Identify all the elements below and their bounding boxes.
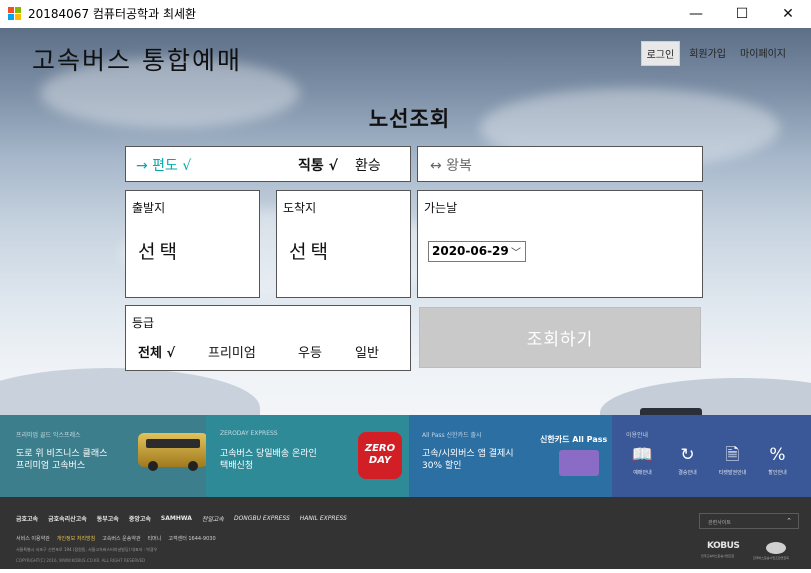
promo-tag: 프리미엄 골드 익스프레스 xyxy=(16,432,81,439)
guide-booking[interactable]: 📖 예매안내 xyxy=(623,445,663,476)
footer-links: 서비스 이용약관 개인정보 처리방침 고속버스 운송약관 티머니 고객센터 16… xyxy=(16,535,216,542)
transfer-option[interactable]: 환승 xyxy=(355,155,381,175)
promo-strip: 프리미엄 골드 익스프레스 도로 위 비즈니스 클래스 프리미엄 고속버스 ZE… xyxy=(0,415,811,497)
kobus-sub: 전국고속버스운송사업조합 xyxy=(701,554,735,558)
promo-premium[interactable]: 프리미엄 골드 익스프레스 도로 위 비즈니스 클래스 프리미엄 고속버스 xyxy=(0,415,206,497)
logo-hanil: HANIL EXPRESS xyxy=(299,515,347,522)
app-window: 20184067 컴퓨터공학과 최세환 — ☐ ✕ 고속버스 통합예매 로그인 … xyxy=(0,0,811,573)
logo-jungang: 중앙고속 xyxy=(128,516,151,523)
customer-center: 고객센터 1644-9030 xyxy=(168,536,216,542)
grade-label: 등급 xyxy=(132,316,155,330)
bus-silhouette xyxy=(640,408,702,415)
maximize-button[interactable]: ☐ xyxy=(719,0,765,28)
promo-tag: All Pass 신한카드 출시 xyxy=(422,432,482,439)
promo-tag: ZERODAY EXPRESS xyxy=(220,430,278,437)
main-area: 고속버스 통합예매 로그인 회원가입 마이페이지 노선조회 → 편도 √ 직통 … xyxy=(0,28,811,415)
grade-premium-option[interactable]: 프리미엄 xyxy=(208,342,256,361)
direct-option[interactable]: 직통 √ xyxy=(298,155,338,175)
date-picker[interactable]: 2020-06-29 ﹀ xyxy=(428,241,526,262)
family-site-select[interactable]: 관련사이트 ⌃ xyxy=(699,513,799,529)
terms-link[interactable]: 서비스 이용약관 xyxy=(16,535,50,542)
association-logo xyxy=(766,542,786,554)
brand-title: 고속버스 통합예매 xyxy=(32,46,242,75)
trip-type-panel: → 편도 √ 직통 √ 환승 xyxy=(125,146,411,182)
guide-ticket[interactable]: 🗎 티켓발권안내 xyxy=(713,445,753,476)
percent-icon: % xyxy=(769,445,786,465)
chevron-down-icon: ﹀ xyxy=(511,248,521,259)
mypage-link[interactable]: 마이페이지 xyxy=(735,41,791,66)
chevron-up-icon: ⌃ xyxy=(786,517,792,525)
minimize-button[interactable]: — xyxy=(673,0,719,28)
top-nav: 로그인 회원가입 마이페이지 xyxy=(640,41,791,66)
footer-address: 서울특별시 서초구 신반포로 194 (잠원동, 서울고속버스터미널빌딩) 대표… xyxy=(16,547,158,552)
guide-transfer[interactable]: ↻ 결승안내 xyxy=(668,445,708,476)
grade-deluxe-option[interactable]: 우등 xyxy=(298,342,322,361)
departure-select[interactable]: 선택 xyxy=(138,237,181,264)
logo-dongbu: 동부고속 xyxy=(96,516,119,523)
date-value: 2020-06-29 xyxy=(432,244,509,258)
grade-panel: 등급 전체 √ 프리미엄 우등 일반 xyxy=(125,305,411,371)
promo-zeroday[interactable]: ZERODAY EXPRESS 고속버스 당일배송 온라인 택배신청 ZERO … xyxy=(206,415,409,497)
logo-cheonil: 천일고속 xyxy=(201,516,224,523)
logo-samhwa: SAMHWA xyxy=(160,515,192,522)
page-title: 노선조회 xyxy=(368,107,451,131)
logo-kumho: 금호고속 xyxy=(16,516,39,523)
promo-shinhan-card[interactable]: All Pass 신한카드 출시 고속/시외버스 앱 결제시 30% 할인 신한… xyxy=(409,415,612,497)
arrival-panel[interactable]: 도착지 선택 xyxy=(276,190,411,298)
departure-label: 출발지 xyxy=(132,201,166,215)
app-icon xyxy=(8,7,21,20)
kobus-logo: KOBUS xyxy=(707,541,740,551)
zero-day-logo: ZERO DAY xyxy=(358,432,402,479)
guide-panel: 이용안내 📖 예매안내 ↻ 결승안내 🗎 티켓발권안내 % 할인안내 xyxy=(612,415,811,497)
footer-copyright: COPYRIGHT(C) 2016, WWW.KOBUS.CO.KR. ALL … xyxy=(16,558,146,563)
book-icon: 📖 xyxy=(631,445,654,465)
logo-kumho-songnisan: 금호속리산고속 xyxy=(48,516,87,523)
departure-panel[interactable]: 출발지 선택 xyxy=(125,190,260,298)
date-panel: 가는날 2020-06-29 ﹀ xyxy=(417,190,703,298)
hill xyxy=(600,378,811,415)
signup-link[interactable]: 회원가입 xyxy=(684,41,731,66)
guide-icons: 📖 예매안내 ↻ 결승안내 🗎 티켓발권안내 % 할인안내 xyxy=(620,445,800,476)
promo-text: 고속/시외버스 앱 결제시 30% 할인 xyxy=(422,449,514,471)
refresh-icon: ↻ xyxy=(680,445,695,465)
guide-title: 이용안내 xyxy=(626,432,649,439)
close-button[interactable]: ✕ xyxy=(765,0,811,28)
one-way-option[interactable]: → 편도 √ xyxy=(136,155,191,175)
transport-terms-link[interactable]: 고속버스 운송약관 xyxy=(102,535,140,542)
partner-logos: 금호고속 금호속리산고속 동부고속 중앙고속 SAMHWA 천일고속 DONGB… xyxy=(16,514,347,523)
grade-all-option[interactable]: 전체 √ xyxy=(138,342,175,361)
receipt-icon: 🗎 xyxy=(725,445,740,465)
card-image xyxy=(559,450,599,476)
bus-image xyxy=(138,433,206,471)
round-trip-panel[interactable]: ↔ 왕복 xyxy=(417,146,703,182)
window-title: 20184067 컴퓨터공학과 최세환 xyxy=(28,7,197,21)
date-label: 가는날 xyxy=(424,201,458,215)
tmoney-link[interactable]: 티머니 xyxy=(148,535,162,542)
login-link[interactable]: 로그인 xyxy=(640,41,681,66)
grade-normal-option[interactable]: 일반 xyxy=(355,342,379,361)
association-name: 한국버스운송사업조합연합회 xyxy=(753,556,789,560)
logo-dongbu-express: DONGBU EXPRESS xyxy=(233,515,290,522)
promo-text: 고속버스 당일배송 온라인 택배신청 xyxy=(220,449,317,471)
card-title: 신한카드 All Pass xyxy=(540,435,608,444)
hill xyxy=(0,368,260,415)
footer: 금호고속 금호속리산고속 동부고속 중앙고속 SAMHWA 천일고속 DONGB… xyxy=(0,497,811,569)
privacy-link[interactable]: 개인정보 처리방침 xyxy=(57,535,95,542)
title-bar: 20184067 컴퓨터공학과 최세환 — ☐ ✕ xyxy=(0,0,811,28)
promo-text: 도로 위 비즈니스 클래스 프리미엄 고속버스 xyxy=(16,449,108,471)
search-button[interactable]: 조회하기 xyxy=(419,307,701,368)
guide-discount[interactable]: % 할인안내 xyxy=(758,445,798,476)
round-trip-option[interactable]: ↔ 왕복 xyxy=(430,155,472,175)
arrival-label: 도착지 xyxy=(283,201,317,215)
arrival-select[interactable]: 선택 xyxy=(289,237,332,264)
